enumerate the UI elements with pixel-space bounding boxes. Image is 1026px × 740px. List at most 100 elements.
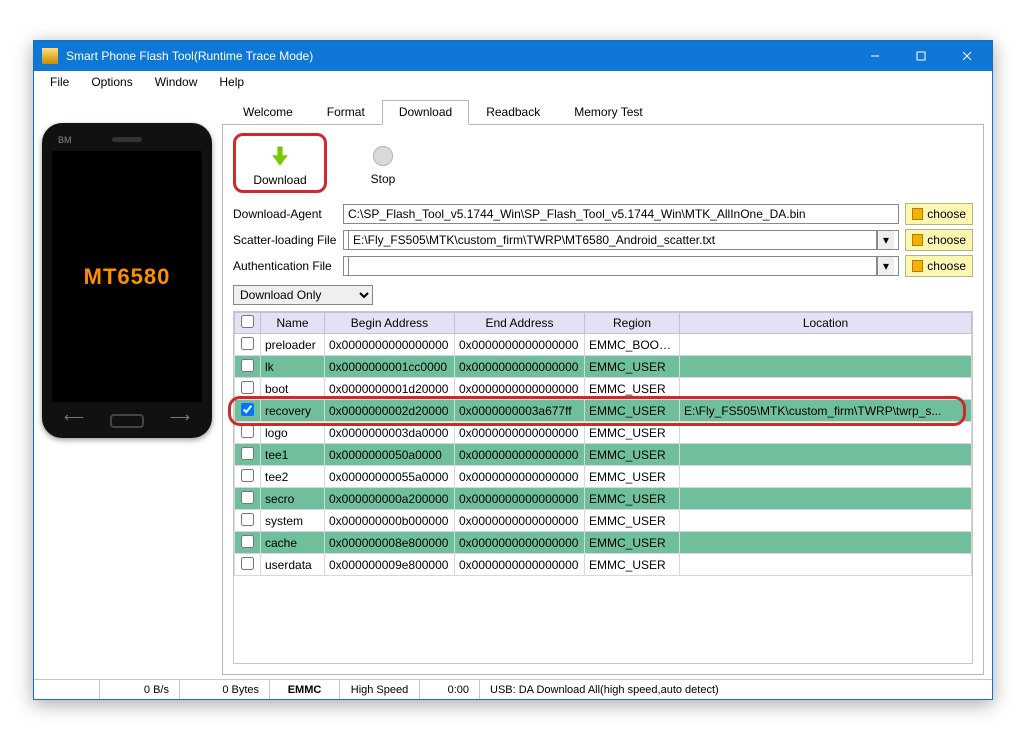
scatter-path-combo[interactable]: ▾ — [343, 230, 899, 250]
row-check[interactable] — [241, 557, 254, 570]
table-row[interactable]: preloader0x00000000000000000x00000000000… — [235, 334, 972, 356]
choose-scatter-button[interactable]: choose — [905, 229, 973, 251]
cell-name: cache — [261, 532, 325, 554]
auth-path-field[interactable] — [348, 256, 877, 276]
minimize-button[interactable] — [852, 41, 898, 71]
back-icon: ⟵ — [64, 409, 84, 426]
col-begin[interactable]: Begin Address — [325, 313, 455, 334]
phone-screen: MT6580 — [52, 151, 202, 402]
cell-region: EMMC_USER — [585, 510, 680, 532]
scatter-path-field[interactable] — [348, 230, 877, 250]
cell-location — [680, 466, 972, 488]
cell-location — [680, 488, 972, 510]
cell-name: preloader — [261, 334, 325, 356]
auth-label: Authentication File — [233, 259, 343, 273]
row-check[interactable] — [241, 513, 254, 526]
app-window: Smart Phone Flash Tool(Runtime Trace Mod… — [33, 40, 993, 700]
phone-brand: BM — [58, 135, 72, 145]
maximize-button[interactable] — [898, 41, 944, 71]
da-path-field[interactable] — [343, 204, 899, 224]
cell-region: EMMC_USER — [585, 466, 680, 488]
col-check[interactable] — [235, 313, 261, 334]
tab-strip: Welcome Format Download Readback Memory … — [222, 99, 984, 125]
da-label: Download-Agent — [233, 207, 343, 221]
menu-help[interactable]: Help — [209, 73, 254, 91]
row-check[interactable] — [241, 359, 254, 372]
cell-begin: 0x000000009e800000 — [325, 554, 455, 576]
close-button[interactable] — [944, 41, 990, 71]
table-row[interactable]: boot0x0000000001d200000x0000000000000000… — [235, 378, 972, 400]
status-speed: 0 B/s — [100, 680, 180, 699]
tab-welcome[interactable]: Welcome — [226, 100, 310, 125]
cell-region: EMMC_USER — [585, 400, 680, 422]
col-region[interactable]: Region — [585, 313, 680, 334]
cell-begin: 0x000000000a200000 — [325, 488, 455, 510]
cell-end: 0x0000000000000000 — [455, 356, 585, 378]
cell-name: logo — [261, 422, 325, 444]
title-bar: Smart Phone Flash Tool(Runtime Trace Mod… — [34, 41, 992, 71]
chip-label: MT6580 — [84, 264, 171, 290]
col-end[interactable]: End Address — [455, 313, 585, 334]
row-check[interactable] — [241, 469, 254, 482]
folder-icon — [912, 234, 923, 246]
menu-options[interactable]: Options — [81, 73, 142, 91]
tab-download[interactable]: Download — [382, 100, 469, 125]
table-row[interactable]: system0x000000000b0000000x00000000000000… — [235, 510, 972, 532]
cell-name: secro — [261, 488, 325, 510]
cell-region: EMMC_USER — [585, 532, 680, 554]
menu-window[interactable]: Window — [145, 73, 208, 91]
cell-location — [680, 510, 972, 532]
col-name[interactable]: Name — [261, 313, 325, 334]
cell-location — [680, 422, 972, 444]
choose-da-button[interactable]: choose — [905, 203, 973, 225]
table-row[interactable]: userdata0x000000009e8000000x000000000000… — [235, 554, 972, 576]
cell-begin: 0x0000000050a0000 — [325, 444, 455, 466]
cell-end: 0x0000000000000000 — [455, 532, 585, 554]
cell-location — [680, 334, 972, 356]
table-row[interactable]: lk0x0000000001cc00000x0000000000000000EM… — [235, 356, 972, 378]
tab-format[interactable]: Format — [310, 100, 382, 125]
cell-location: E:\Fly_FS505\MTK\custom_firm\TWRP\twrp_s… — [680, 400, 972, 422]
tab-download-panel: Download Stop Download-Agent — [222, 125, 984, 675]
table-row[interactable]: cache0x000000008e8000000x000000000000000… — [235, 532, 972, 554]
stop-button[interactable]: Stop — [341, 137, 425, 189]
row-check[interactable] — [241, 403, 254, 416]
tab-memtest[interactable]: Memory Test — [557, 100, 659, 125]
cell-end: 0x0000000003a677ff — [455, 400, 585, 422]
cell-end: 0x0000000000000000 — [455, 422, 585, 444]
cell-region: EMMC_USER — [585, 356, 680, 378]
choose-auth-button[interactable]: choose — [905, 255, 973, 277]
cell-begin: 0x00000000055a0000 — [325, 466, 455, 488]
table-row[interactable]: recovery0x0000000002d200000x0000000003a6… — [235, 400, 972, 422]
table-row[interactable]: secro0x000000000a2000000x000000000000000… — [235, 488, 972, 510]
row-check[interactable] — [241, 447, 254, 460]
app-icon — [42, 48, 58, 64]
cell-begin: 0x000000000b000000 — [325, 510, 455, 532]
status-time: 0:00 — [420, 680, 480, 699]
stop-icon — [369, 142, 397, 170]
chevron-down-icon[interactable]: ▾ — [877, 257, 894, 275]
table-row[interactable]: logo0x0000000003da00000x0000000000000000… — [235, 422, 972, 444]
menu-file[interactable]: File — [40, 73, 79, 91]
row-check[interactable] — [241, 491, 254, 504]
auth-path-combo[interactable]: ▾ — [343, 256, 899, 276]
cell-location — [680, 532, 972, 554]
cell-end: 0x0000000000000000 — [455, 510, 585, 532]
check-all[interactable] — [241, 315, 254, 328]
row-check[interactable] — [241, 337, 254, 350]
phone-illustration: BM MT6580 ⟵ ⟶ — [42, 123, 212, 438]
cell-region: EMMC_BOOT_1 — [585, 334, 680, 356]
tab-readback[interactable]: Readback — [469, 100, 557, 125]
row-check[interactable] — [241, 425, 254, 438]
chevron-down-icon[interactable]: ▾ — [877, 231, 894, 249]
table-row[interactable]: tee20x00000000055a00000x0000000000000000… — [235, 466, 972, 488]
row-check[interactable] — [241, 381, 254, 394]
cell-location — [680, 356, 972, 378]
cell-end: 0x0000000000000000 — [455, 554, 585, 576]
row-check[interactable] — [241, 535, 254, 548]
table-row[interactable]: tee10x0000000050a00000x0000000000000000E… — [235, 444, 972, 466]
download-mode-select[interactable]: Download Only — [233, 285, 373, 305]
col-location[interactable]: Location — [680, 313, 972, 334]
download-button[interactable]: Download — [238, 138, 322, 190]
cell-begin: 0x0000000001d20000 — [325, 378, 455, 400]
